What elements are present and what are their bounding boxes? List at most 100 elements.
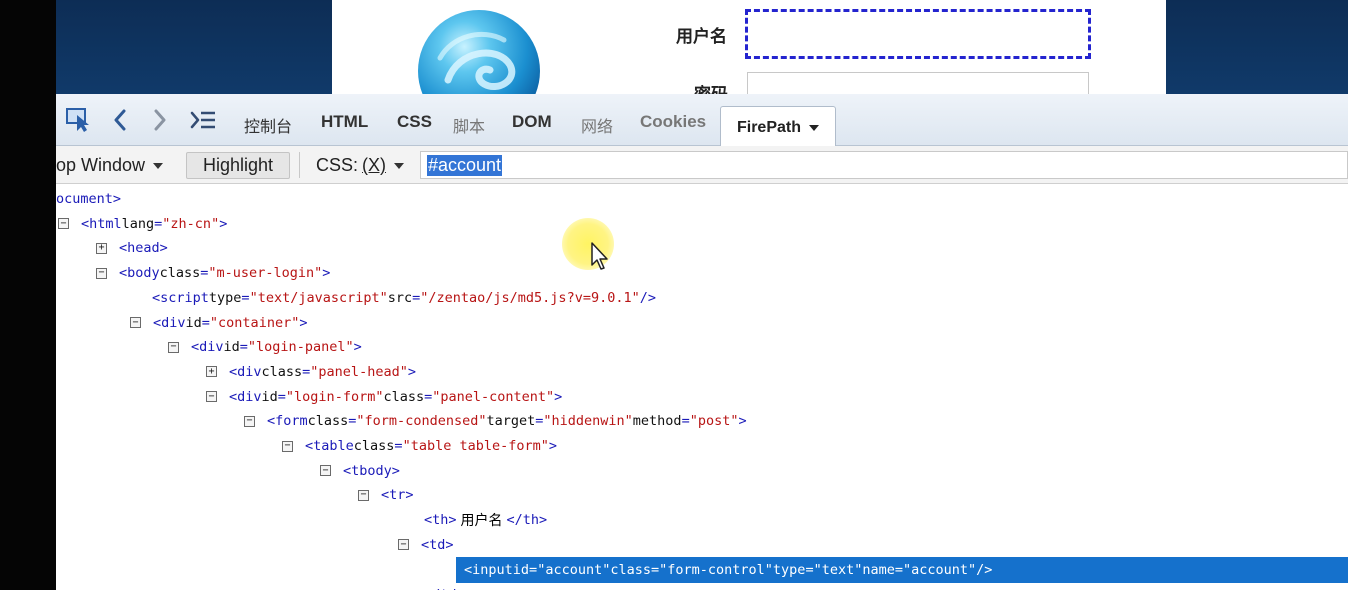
tab-css[interactable]: CSS xyxy=(397,112,432,132)
command-line-icon[interactable] xyxy=(188,108,218,132)
dom-node-row[interactable]: <script type = "text/javascript" src = "/zen… xyxy=(152,287,656,309)
caret-down-icon xyxy=(394,162,405,169)
node-tag: <th> xyxy=(424,512,457,529)
login-card: 用户名 密码 xyxy=(332,0,1166,132)
collapse-toggle-icon[interactable]: − xyxy=(244,415,255,427)
collapse-toggle-icon[interactable]: − xyxy=(206,391,217,403)
attr-value: "hiddenwin" xyxy=(543,413,633,430)
attr-name: id xyxy=(185,314,202,331)
attr-value: "text" xyxy=(813,561,863,578)
collapse-toggle-icon[interactable]: − xyxy=(130,317,141,328)
toolbar-separator xyxy=(299,152,300,178)
attr-name: id xyxy=(223,339,240,356)
selector-query-input[interactable]: #account xyxy=(420,151,1348,179)
dom-tree: ocument> − <html lang = "zh-cn" > + <head> − <bod… xyxy=(56,184,1348,590)
node-tag-end: > xyxy=(554,388,563,405)
collapse-toggle-icon[interactable]: − xyxy=(58,218,69,230)
expand-toggle-icon[interactable]: + xyxy=(206,366,217,378)
dom-node-row[interactable]: − <html lang = "zh-cn" > xyxy=(58,213,227,235)
dom-node-row[interactable]: − <tr> xyxy=(358,484,414,506)
attr-value: "text/javascript" xyxy=(249,289,388,306)
attr-value: "panel-content" xyxy=(432,388,555,405)
node-tag-end: > xyxy=(738,413,747,430)
dom-node-row[interactable]: − <table class = "table table-form" > xyxy=(282,435,557,457)
dom-node-row[interactable]: + <head> xyxy=(96,237,168,259)
node-tag: <input xyxy=(464,561,513,578)
attr-name: class xyxy=(383,388,425,405)
collapse-toggle-icon[interactable]: − xyxy=(168,341,179,353)
attr-value: "m-user-login" xyxy=(208,265,323,282)
collapse-toggle-icon[interactable]: − xyxy=(96,267,107,279)
attr-name: class xyxy=(610,561,651,578)
attr-value: "/zentao/js/md5.js?v=9.0.1" xyxy=(420,289,640,306)
collapse-toggle-icon[interactable]: − xyxy=(282,440,293,452)
node-tag: <div xyxy=(229,363,262,380)
dom-node-row[interactable]: − <div id = "login-panel" > xyxy=(168,336,362,358)
username-label: 用户名 xyxy=(676,27,727,47)
node-tag-end: > xyxy=(322,265,331,282)
collapse-toggle-icon[interactable]: − xyxy=(320,465,331,477)
attr-value: "account" xyxy=(537,561,611,578)
tab-console[interactable]: 控制台 xyxy=(244,113,292,137)
selected-dom-node[interactable]: <input id = "account" class = "form-control"… xyxy=(456,556,1348,583)
collapse-toggle-icon[interactable]: − xyxy=(398,539,409,551)
screen-edge xyxy=(0,0,56,590)
dom-node-row[interactable]: − <body class = "m-user-login" > xyxy=(96,262,330,284)
tab-cookies[interactable]: Cookies xyxy=(640,112,706,132)
dom-node-row: </td> xyxy=(424,584,465,590)
node-tag-end: /> xyxy=(976,561,993,578)
tab-script[interactable]: 脚本 xyxy=(453,113,485,137)
highlight-button[interactable]: Highlight xyxy=(186,152,290,179)
attr-name: type xyxy=(208,289,242,306)
collapse-toggle-icon[interactable]: − xyxy=(358,489,369,501)
node-tag: <head> xyxy=(119,240,168,257)
node-tag: <html xyxy=(81,215,122,232)
node-tag-end: /> xyxy=(639,289,656,306)
attr-value: "login-form" xyxy=(285,388,384,405)
dom-node-row: <input id = "account" class = "form-control"… xyxy=(464,561,993,578)
dom-node-row[interactable]: − <form class = "form-condensed" target = "hi… xyxy=(244,410,747,432)
node-tag-end: </th> xyxy=(506,512,548,529)
node-tag-end: > xyxy=(299,314,308,331)
attr-value: "form-control" xyxy=(659,561,773,578)
devtools-tab-bar: 控制台 HTML CSS 脚本 DOM 网络 Cookies FirePath xyxy=(56,94,1348,148)
selector-type-label: CSS: xyxy=(316,155,359,175)
attr-name: lang xyxy=(121,215,155,232)
dom-node-row[interactable]: − <div id = "login-form" class = "panel-conte… xyxy=(206,386,562,408)
attr-name: id xyxy=(512,561,530,578)
firebug-panel: 控制台 HTML CSS 脚本 DOM 网络 Cookies FirePath … xyxy=(56,94,1348,590)
dom-node-row[interactable]: <th> 用户名 </th> xyxy=(424,509,547,531)
node-tag: <tbody> xyxy=(343,462,400,479)
attr-name: id xyxy=(261,388,278,405)
dom-node-row[interactable]: + <div class = "panel-head" > xyxy=(206,361,416,383)
tab-dom[interactable]: DOM xyxy=(512,112,552,132)
expand-toggle-icon[interactable]: + xyxy=(96,242,107,254)
caret-down-icon xyxy=(809,124,819,131)
node-tag: <div xyxy=(153,314,186,331)
dom-node-row[interactable]: − <div id = "container" > xyxy=(130,312,307,334)
attr-value: "container" xyxy=(209,314,300,331)
node-tag: <form xyxy=(267,413,308,430)
window-select[interactable]: op Window xyxy=(56,152,164,179)
selector-type-select[interactable]: CSS: (X) xyxy=(316,152,405,179)
node-tag-end: > xyxy=(407,363,416,380)
dom-node-row[interactable]: − <tbody> xyxy=(320,460,400,482)
dom-node-row[interactable]: − <td> xyxy=(398,534,454,556)
tab-html[interactable]: HTML xyxy=(321,112,368,132)
node-tag-end: > xyxy=(353,339,362,356)
selector-query-text: #account xyxy=(427,154,503,176)
forward-icon[interactable] xyxy=(148,108,172,132)
node-tag: <body xyxy=(119,265,160,282)
node-tag: <script xyxy=(152,289,209,306)
attr-value: "zh-cn" xyxy=(162,215,220,232)
tab-firepath[interactable]: FirePath xyxy=(720,106,836,148)
attr-name: class xyxy=(261,363,303,380)
back-icon[interactable] xyxy=(108,108,132,132)
attr-name: name xyxy=(862,561,895,578)
attr-name: class xyxy=(159,265,201,282)
tab-net[interactable]: 网络 xyxy=(581,113,613,137)
attr-value: "table table-form" xyxy=(402,438,549,454)
dom-node-row[interactable]: ocument> xyxy=(56,188,121,210)
account-input[interactable] xyxy=(745,9,1091,59)
inspect-element-icon[interactable] xyxy=(64,108,94,132)
